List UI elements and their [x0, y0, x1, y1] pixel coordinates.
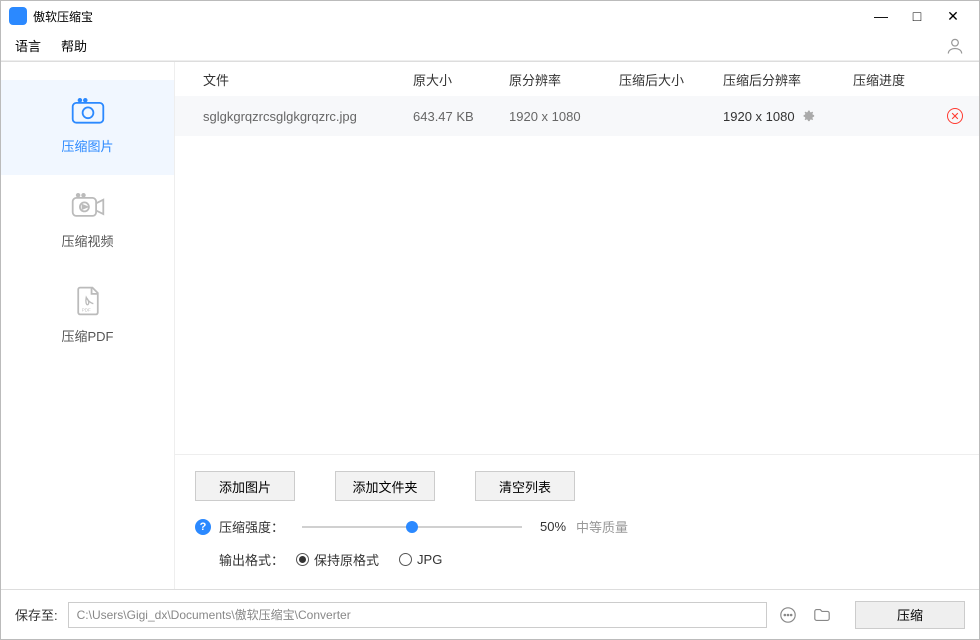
help-icon[interactable]: ? — [195, 519, 211, 535]
th-comp-size: 压缩后大小 — [619, 70, 723, 89]
output-format-label: 输出格式： — [219, 550, 284, 569]
cell-file: sglgkgrqzrcsglgkgrqzrc.jpg — [203, 109, 413, 124]
add-folder-button[interactable]: 添加文件夹 — [335, 471, 435, 501]
th-file: 文件 — [203, 70, 413, 89]
th-progress: 压缩进度 — [853, 70, 923, 89]
more-icon[interactable] — [775, 602, 801, 628]
save-path-input[interactable]: C:\Users\Gigi_dx\Documents\傲软压缩宝\Convert… — [68, 602, 767, 628]
svg-text:PDF: PDF — [81, 308, 90, 313]
th-orig-size: 原大小 — [413, 70, 509, 89]
sidebar-label-image: 压缩图片 — [61, 136, 113, 155]
app-title: 傲软压缩宝 — [33, 8, 93, 25]
menu-help[interactable]: 帮助 — [61, 36, 87, 55]
minimize-button[interactable]: — — [863, 1, 899, 31]
compression-slider[interactable] — [302, 526, 522, 528]
add-image-button[interactable]: 添加图片 — [195, 471, 295, 501]
close-button[interactable]: ✕ — [935, 1, 971, 31]
sidebar-item-image[interactable]: 压缩图片 — [1, 80, 174, 175]
slider-value: 50% — [540, 519, 566, 534]
camera-icon — [70, 96, 106, 126]
pdf-icon: PDF — [70, 286, 106, 316]
th-comp-res: 压缩后分辨率 — [723, 70, 853, 89]
gear-icon[interactable] — [801, 108, 815, 125]
cell-comp-res[interactable]: 1920 x 1080 — [723, 108, 853, 125]
slider-thumb[interactable] — [406, 521, 418, 533]
radio-keep-format[interactable]: 保持原格式 — [296, 550, 379, 569]
delete-row-button[interactable]: ✕ — [947, 108, 963, 124]
video-icon — [70, 191, 106, 221]
file-drop-area[interactable] — [175, 136, 979, 454]
th-orig-res: 原分辨率 — [509, 70, 619, 89]
sidebar-item-video[interactable]: 压缩视频 — [1, 175, 174, 270]
slider-label: 压缩强度： — [219, 517, 284, 536]
compress-button[interactable]: 压缩 — [855, 601, 965, 629]
app-logo — [9, 7, 27, 25]
sidebar-label-pdf: 压缩PDF — [61, 326, 113, 345]
radio-icon — [399, 553, 412, 566]
save-to-label: 保存至: — [15, 605, 58, 624]
clear-list-button[interactable]: 清空列表 — [475, 471, 575, 501]
menu-language[interactable]: 语言 — [15, 36, 41, 55]
user-icon[interactable] — [945, 36, 965, 56]
maximize-button[interactable]: □ — [899, 1, 935, 31]
cell-orig-res: 1920 x 1080 — [509, 109, 619, 124]
table-row[interactable]: sglgkgrqzrcsglgkgrqzrc.jpg 643.47 KB 192… — [175, 96, 979, 136]
sidebar-item-pdf[interactable]: PDF 压缩PDF — [1, 270, 174, 365]
sidebar-label-video: 压缩视频 — [61, 231, 113, 250]
radio-jpg[interactable]: JPG — [399, 552, 442, 567]
slider-quality: 中等质量 — [576, 517, 628, 536]
folder-icon[interactable] — [809, 602, 835, 628]
cell-orig-size: 643.47 KB — [413, 109, 509, 124]
radio-icon — [296, 553, 309, 566]
table-header: 文件 原大小 原分辨率 压缩后大小 压缩后分辨率 压缩进度 — [175, 62, 979, 96]
